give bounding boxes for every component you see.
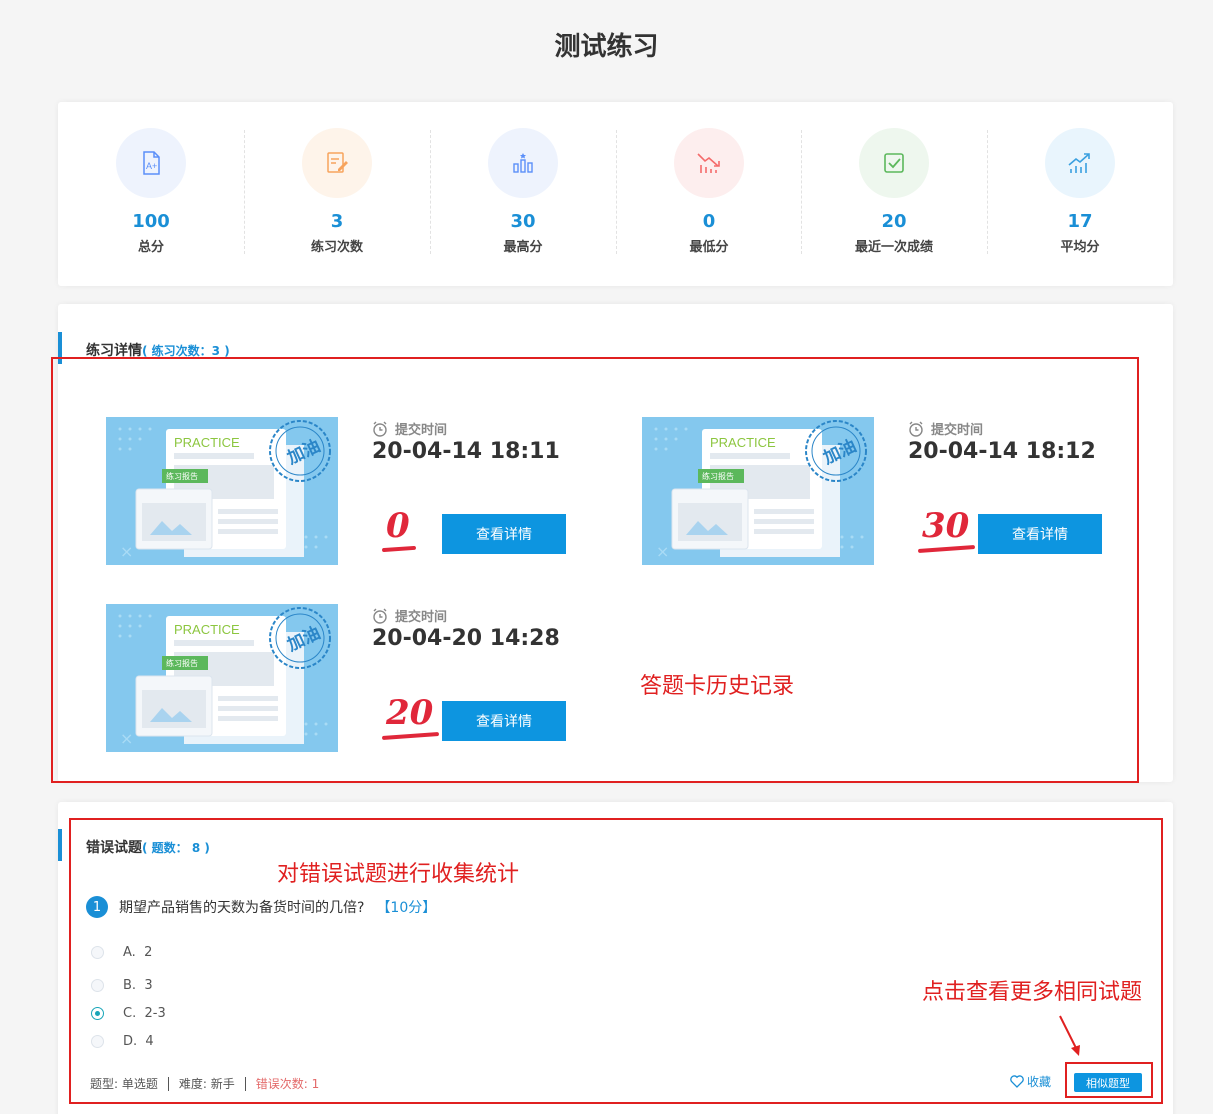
bar-chart-icon — [488, 128, 558, 198]
stat-value: 0 — [702, 211, 716, 232]
stat-label: 总分 — [137, 240, 164, 255]
stat-label: 最高分 — [503, 240, 543, 255]
trend-up-icon — [1045, 128, 1115, 198]
stat-label: 平均分 — [1060, 240, 1100, 255]
stat-practice-count: 3 练习次数 — [244, 128, 430, 255]
stat-total-score: A+ 100 总分 — [58, 128, 244, 255]
stat-latest-score: 20 最近一次成绩 — [801, 128, 987, 255]
stat-value: 3 — [330, 211, 344, 232]
annotation-history: 答题卡历史记录 — [640, 674, 795, 699]
annotation-box — [1065, 1062, 1153, 1098]
svg-text:A+: A+ — [146, 161, 157, 171]
section-accent-bar — [58, 829, 62, 861]
stat-lowest-score: 0 最低分 — [616, 128, 802, 255]
stat-label: 练习次数 — [310, 240, 363, 255]
stat-value: 100 — [132, 211, 170, 232]
annotation-box — [51, 357, 1139, 783]
stat-average-score: 17 平均分 — [987, 128, 1173, 255]
grade-a-plus-icon: A+ — [116, 128, 186, 198]
stat-value: 30 — [510, 211, 536, 232]
stat-label: 最低分 — [689, 240, 729, 255]
edit-document-icon — [302, 128, 372, 198]
annotation-collect: 对错误试题进行收集统计 — [277, 862, 520, 887]
stat-highest-score: 30 最高分 — [430, 128, 616, 255]
page-title: 测试练习 — [554, 32, 659, 62]
trend-down-icon — [674, 128, 744, 198]
stat-value: 17 — [1067, 211, 1093, 232]
stat-value: 20 — [881, 211, 907, 232]
annotation-arrow-icon — [1059, 1015, 1080, 1056]
stats-card: A+ 100 总分 3 练习次数 30 最高分 0 最低分 20 最近一次成绩 — [58, 102, 1173, 286]
annotation-box — [69, 818, 1163, 1104]
stat-label: 最近一次成绩 — [854, 240, 933, 255]
practice-count-label: ( 练习次数：3 ) — [142, 344, 230, 358]
annotation-more: 点击查看更多相同试题 — [922, 980, 1143, 1005]
checkbox-icon — [859, 128, 929, 198]
